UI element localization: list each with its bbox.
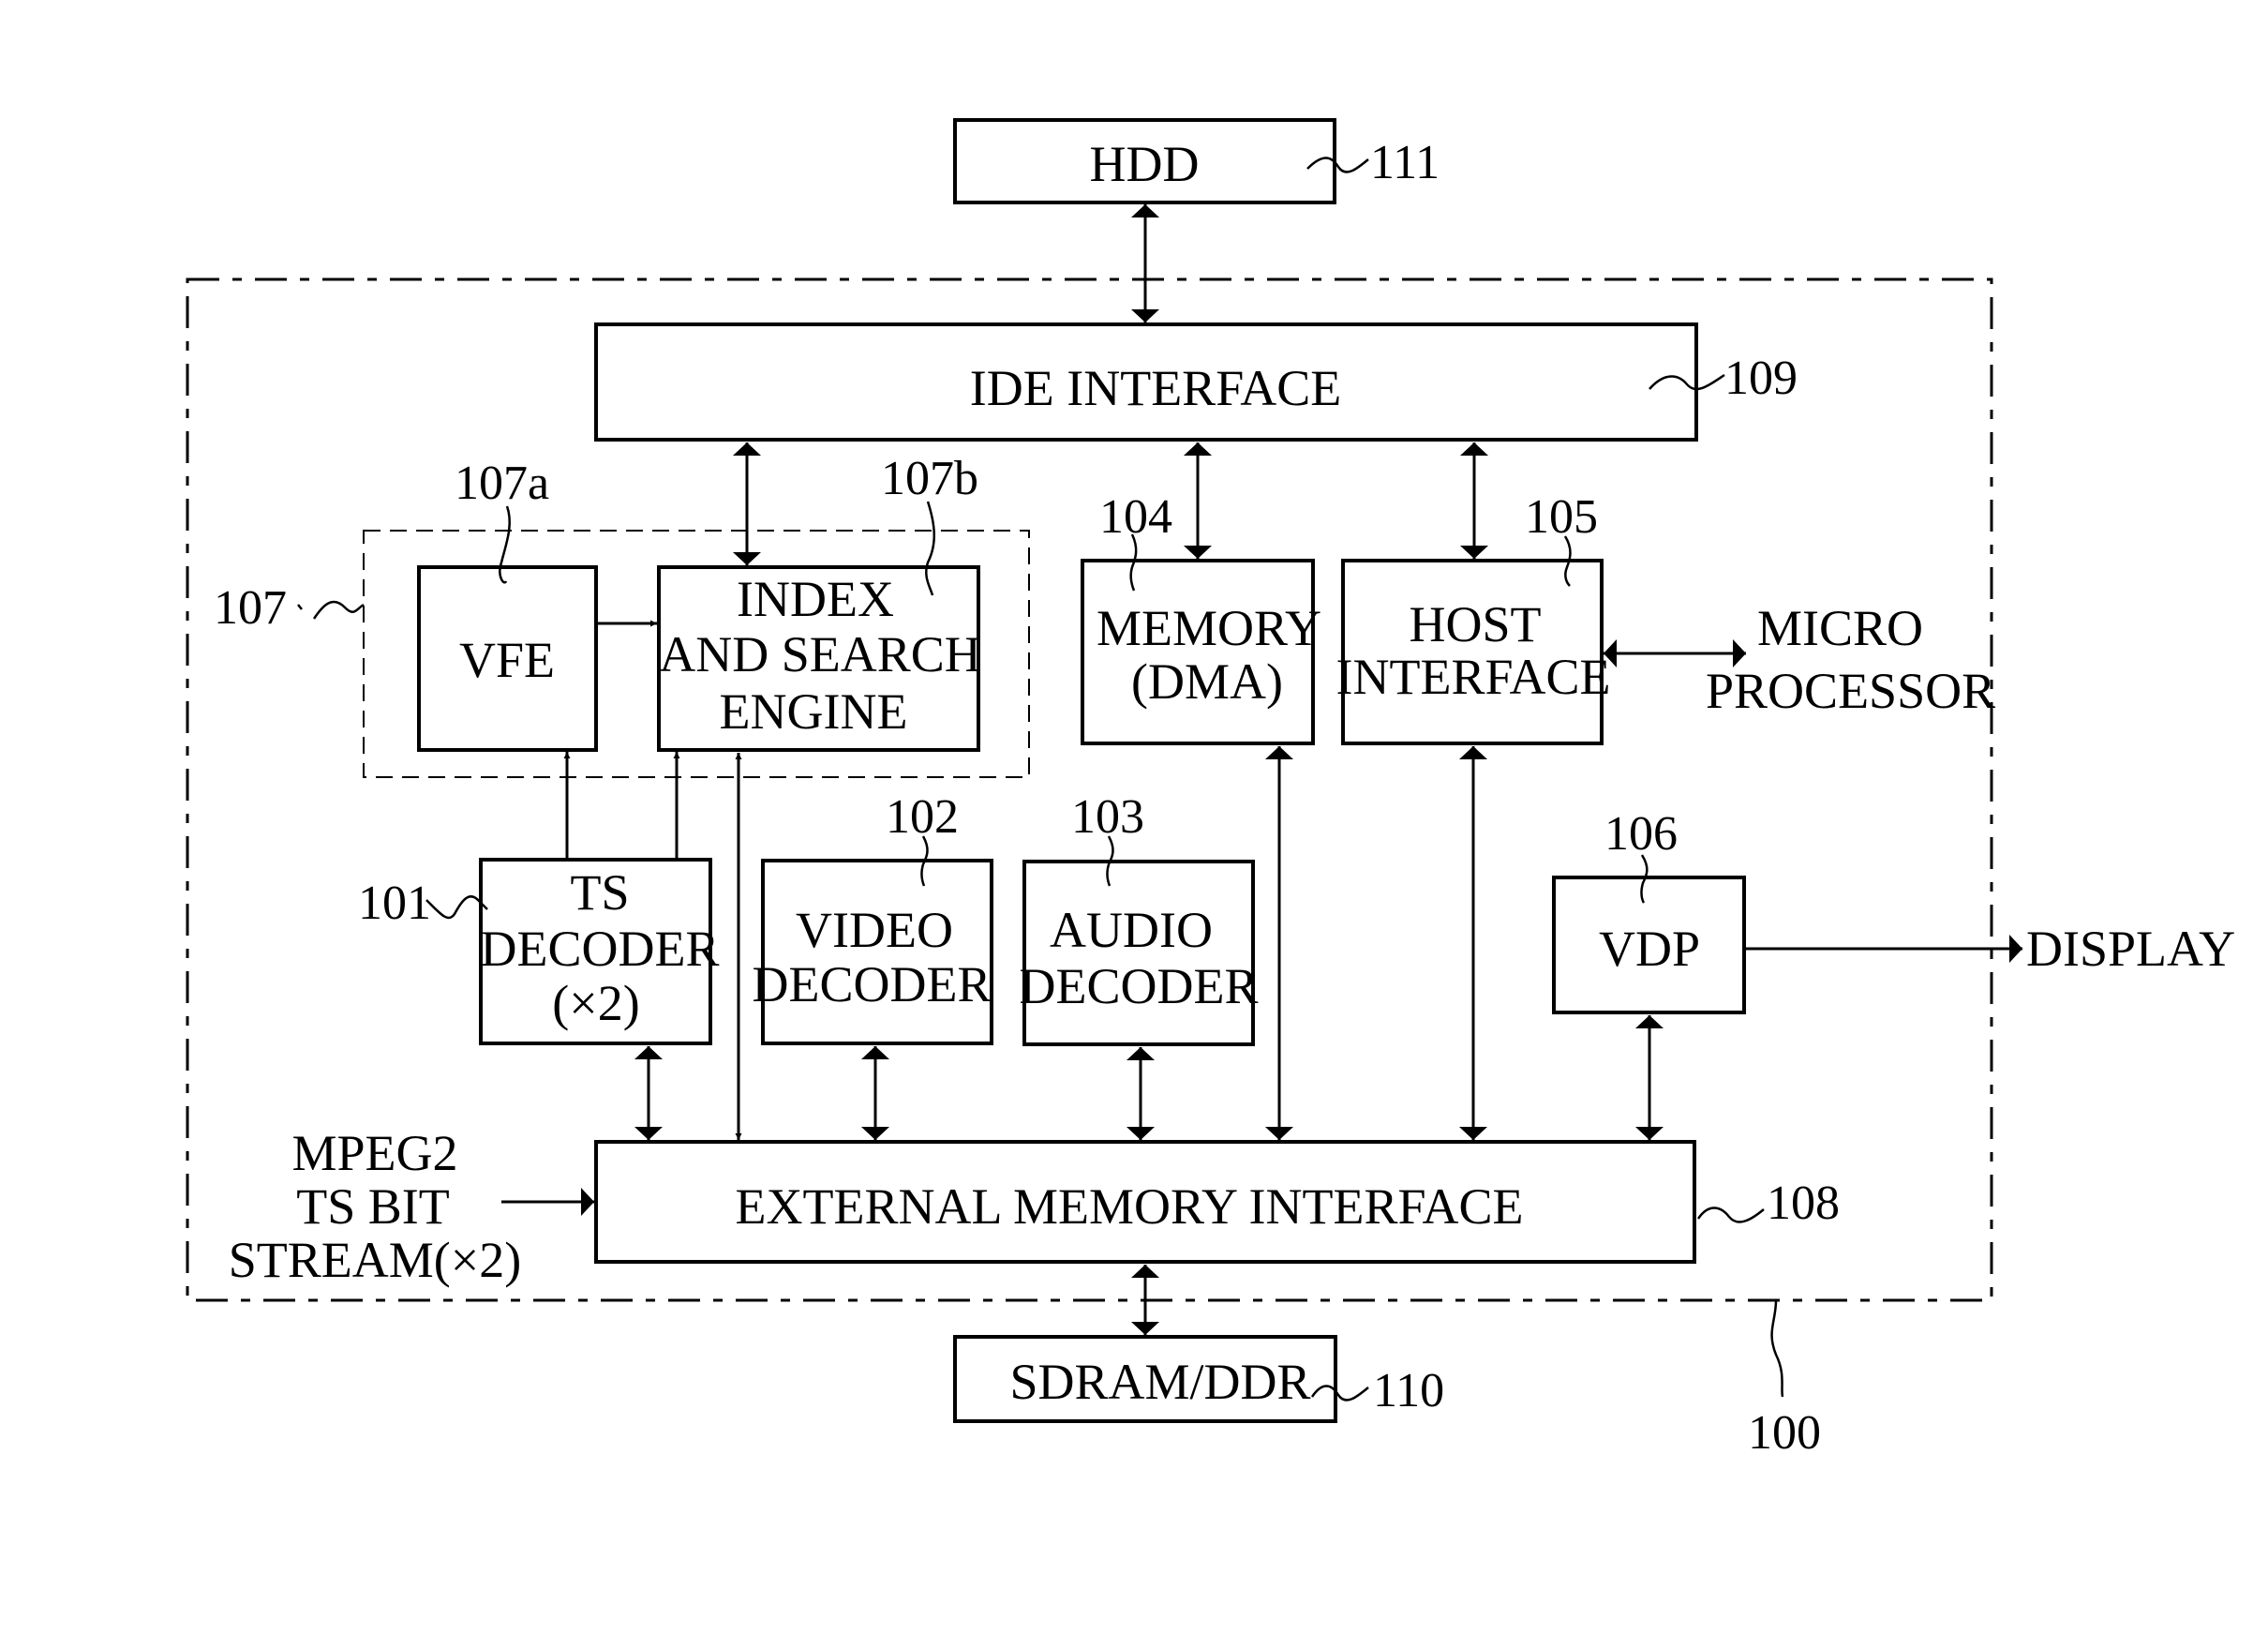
sdram-ddr-block: SDRAM/DDR bbox=[953, 1335, 1337, 1423]
index-label-line-3: ENGINE bbox=[720, 683, 908, 740]
host-ref: 105 bbox=[1525, 490, 1598, 544]
vdp-ref: 106 bbox=[1604, 807, 1678, 861]
hdd-label: HDD bbox=[1090, 136, 1200, 192]
video-decoder-block: VIDEO DECODER bbox=[753, 859, 993, 1045]
audio-decoder-block: AUDIO DECODER bbox=[1020, 860, 1259, 1046]
memory-label-line-1: MEMORY bbox=[1097, 600, 1321, 656]
ts-label-line-3: (×2) bbox=[552, 975, 639, 1031]
external-memory-interface-block: EXTERNAL MEMORY INTERFACE bbox=[594, 1140, 1696, 1264]
ide-interface-block: IDE INTERFACE bbox=[594, 322, 1698, 442]
vdp-block: VDP bbox=[1552, 876, 1746, 1014]
hdd-block: HDD bbox=[953, 118, 1336, 204]
sdram-label: SDRAM/DDR bbox=[1009, 1354, 1310, 1410]
chip-leader-line bbox=[1770, 1299, 1784, 1398]
index-label-line-1: INDEX bbox=[737, 571, 894, 627]
audio-ref: 103 bbox=[1071, 790, 1144, 844]
mpeg-label-line-3: STREAM(×2) bbox=[229, 1232, 521, 1288]
ide-ref: 109 bbox=[1724, 352, 1798, 405]
micro-label-line-1: MICRO bbox=[1757, 600, 1923, 656]
ts-decoder-block: TS DECODER (×2) bbox=[479, 858, 720, 1045]
hdd-ref: 111 bbox=[1370, 136, 1440, 189]
index-ref: 107b bbox=[881, 452, 978, 505]
video-label-line-1: VIDEO bbox=[796, 902, 953, 958]
vfe-ref: 107a bbox=[455, 457, 549, 510]
audio-label-line-1: AUDIO bbox=[1050, 902, 1213, 958]
vdp-label: VDP bbox=[1599, 921, 1700, 977]
ts-label-line-2: DECODER bbox=[481, 921, 720, 977]
audio-label-line-2: DECODER bbox=[1020, 958, 1259, 1014]
mpeg-label-line-2: TS BIT bbox=[296, 1178, 450, 1235]
index-label-line-2: AND SEARCH bbox=[659, 626, 981, 682]
emi-label: EXTERNAL MEMORY INTERFACE bbox=[736, 1178, 1524, 1235]
chip-ref: 100 bbox=[1748, 1406, 1821, 1460]
emi-leader-line bbox=[1696, 1207, 1765, 1223]
memory-label-line-2: (DMA) bbox=[1131, 653, 1283, 710]
video-ref: 102 bbox=[886, 790, 959, 844]
block-diagram: 100 HDD 111 IDE INTERFACE 109 107 VFE 10… bbox=[186, 118, 2235, 1460]
ts-label-line-1: TS bbox=[570, 864, 629, 921]
sdram-ref: 110 bbox=[1373, 1364, 1444, 1417]
memory-dma-block: MEMORY (DMA) bbox=[1081, 559, 1321, 745]
ts-ref: 101 bbox=[358, 877, 431, 930]
video-label-line-2: DECODER bbox=[753, 956, 992, 1012]
host-interface-block: HOST INTERFACE bbox=[1336, 559, 1611, 745]
ts-leader-line bbox=[425, 895, 488, 920]
group-107-ref: 107 bbox=[214, 581, 287, 635]
mpeg-label-line-1: MPEG2 bbox=[291, 1125, 457, 1181]
micro-label-line-2: PROCESSOR bbox=[1706, 663, 1995, 719]
vfe-label: VFE bbox=[459, 632, 555, 688]
host-label-line-2: INTERFACE bbox=[1336, 649, 1611, 705]
vfe-block: VFE bbox=[417, 565, 598, 752]
host-label-line-1: HOST bbox=[1409, 596, 1541, 652]
group-107-leader-line bbox=[297, 600, 365, 620]
ide-label: IDE INTERFACE bbox=[970, 360, 1341, 416]
display-label: DISPLAY bbox=[2026, 921, 2235, 977]
emi-ref: 108 bbox=[1767, 1177, 1840, 1230]
memory-ref: 104 bbox=[1099, 490, 1172, 544]
